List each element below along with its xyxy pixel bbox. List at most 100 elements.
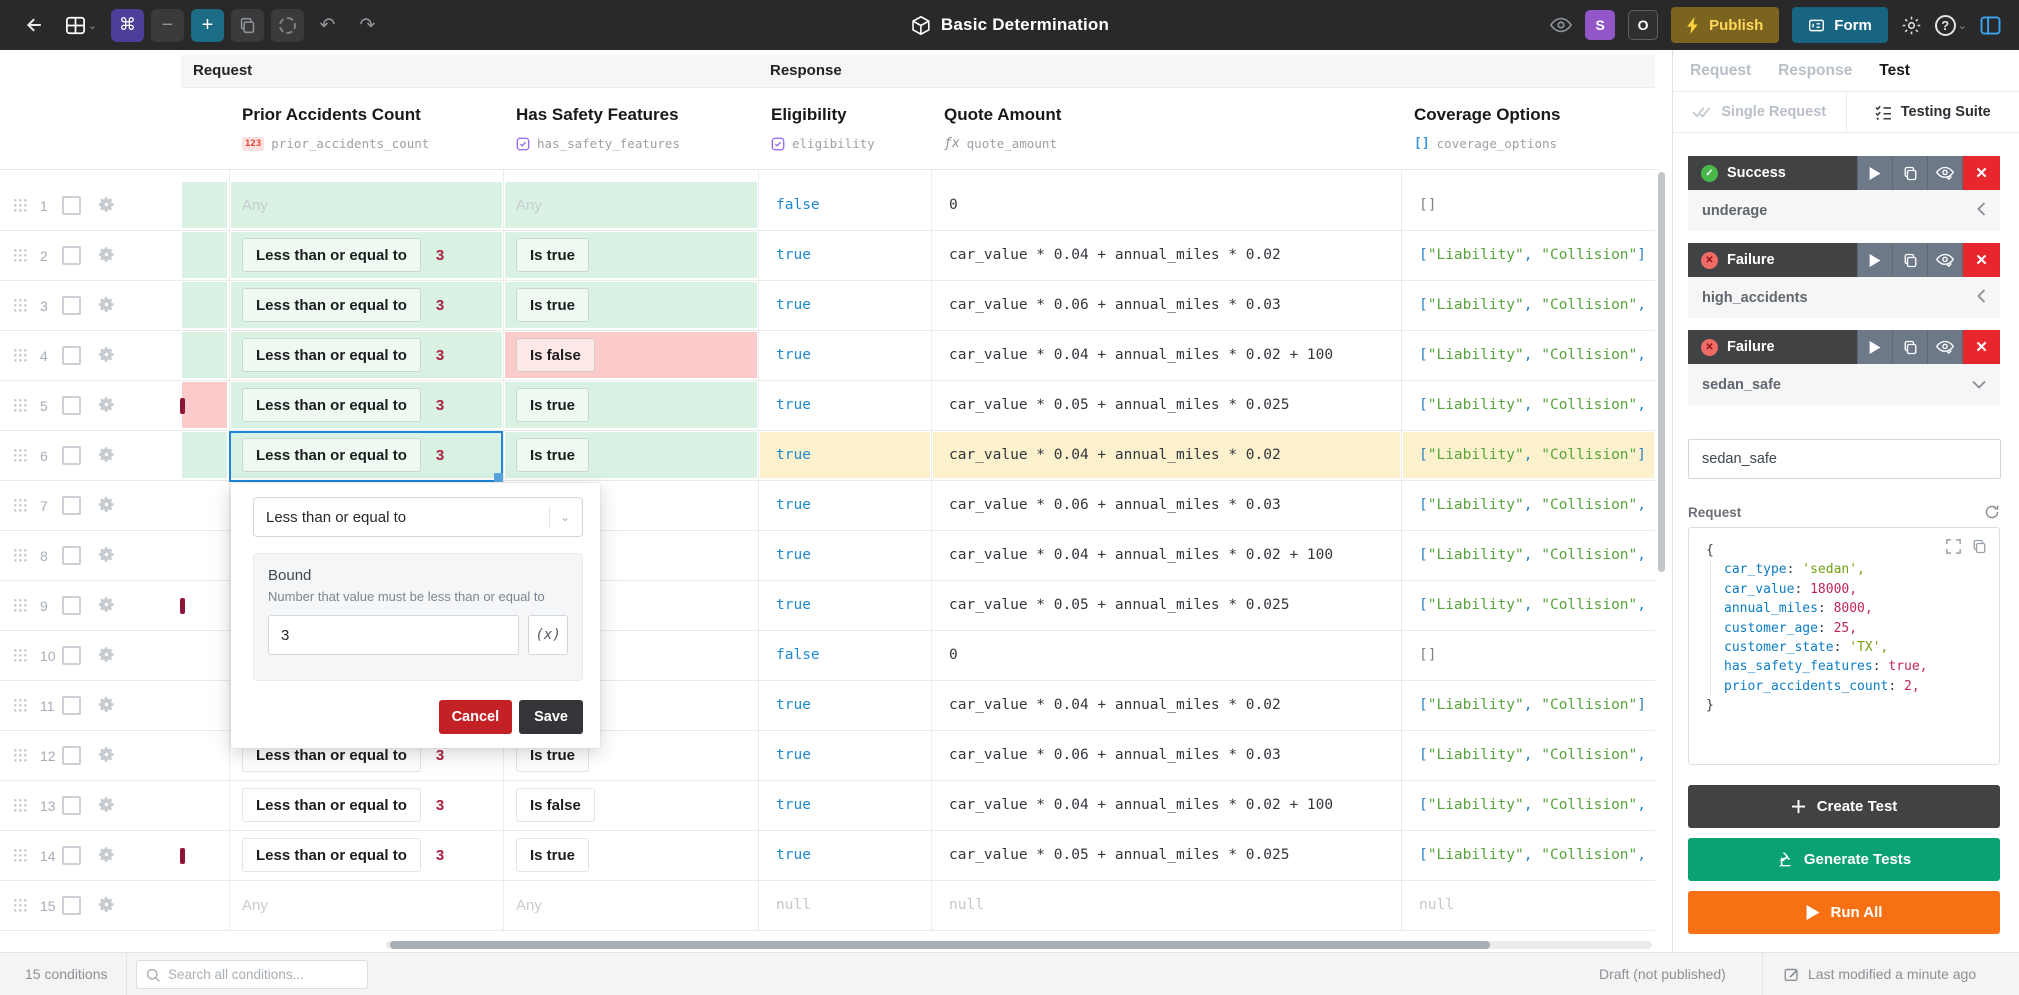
- undo-button[interactable]: ↶: [311, 9, 344, 42]
- coverage-value[interactable]: ["Liability", "Collision",: [1419, 547, 1646, 563]
- condition-chip[interactable]: Is true: [516, 388, 589, 422]
- row-settings-icon[interactable]: [98, 346, 115, 368]
- condition-value[interactable]: 3: [436, 847, 444, 864]
- quote-amount-cell[interactable]: car_value * 0.04 + annual_miles * 0.02 +…: [933, 782, 1400, 828]
- prior-accidents-cell[interactable]: Less than or equal to3: [231, 232, 502, 278]
- save-button[interactable]: Save: [519, 700, 583, 734]
- help-menu[interactable]: ?⌄: [1935, 15, 1967, 36]
- condition-chip[interactable]: Less than or equal to: [242, 288, 421, 322]
- panel-toggle-icon[interactable]: [1980, 16, 2001, 35]
- row-checkbox[interactable]: [62, 896, 81, 915]
- row-checkbox[interactable]: [62, 796, 81, 815]
- overflow-cell[interactable]: [182, 382, 227, 428]
- row-settings-icon[interactable]: [98, 496, 115, 518]
- drag-handle-icon[interactable]: [14, 648, 27, 669]
- drag-handle-icon[interactable]: [14, 448, 27, 469]
- row-settings-icon[interactable]: [98, 796, 115, 818]
- coverage-value[interactable]: null: [1419, 897, 1454, 913]
- overflow-cell[interactable]: [182, 232, 227, 278]
- condition-chip[interactable]: Is false: [516, 788, 595, 822]
- settings-gear-icon[interactable]: [1901, 15, 1922, 36]
- coverage-value[interactable]: ["Liability", "Collision",: [1419, 347, 1646, 363]
- has-safety-cell[interactable]: Is false: [505, 782, 757, 828]
- column-header-prior-accidents[interactable]: Prior Accidents Count 123prior_accidents…: [229, 88, 503, 170]
- prior-accidents-cell[interactable]: Any: [231, 882, 502, 928]
- eligibility-cell[interactable]: true: [760, 532, 930, 578]
- coverage-options-cell[interactable]: null: [1403, 882, 1654, 928]
- column-header-quote-amount[interactable]: Quote Amount ƒxquote_amount: [931, 88, 1401, 170]
- preview-test-button[interactable]: [1927, 243, 1962, 277]
- coverage-options-cell[interactable]: ["Liability", "Collision",: [1403, 382, 1654, 428]
- eligibility-cell[interactable]: true: [760, 682, 930, 728]
- condition-chip[interactable]: Less than or equal to: [242, 338, 421, 372]
- row-settings-icon[interactable]: [98, 446, 115, 468]
- overflow-cell[interactable]: [182, 332, 227, 378]
- condition-value[interactable]: 3: [436, 397, 444, 414]
- coverage-options-cell[interactable]: ["Liability", "Collision",: [1403, 482, 1654, 528]
- eligibility-cell[interactable]: true: [760, 732, 930, 778]
- quote-amount-cell[interactable]: car_value * 0.05 + annual_miles * 0.025: [933, 582, 1400, 628]
- preview-test-button[interactable]: [1927, 156, 1962, 190]
- bound-input[interactable]: 3: [268, 615, 519, 655]
- row-settings-icon[interactable]: [98, 246, 115, 268]
- tab-test[interactable]: Test: [1879, 62, 1910, 80]
- remove-row-button[interactable]: −: [151, 9, 184, 42]
- quote-amount-cell[interactable]: car_value * 0.04 + annual_miles * 0.02 +…: [933, 532, 1400, 578]
- search-conditions-box[interactable]: Search all conditions...: [136, 960, 368, 989]
- tab-request[interactable]: Request: [1690, 62, 1751, 80]
- run-all-button[interactable]: Run All: [1688, 891, 2000, 934]
- preview-test-button[interactable]: [1927, 330, 1962, 364]
- quote-amount-cell[interactable]: 0: [933, 182, 1400, 228]
- coverage-options-cell[interactable]: ["Liability", "Collision"]: [1403, 232, 1654, 278]
- prior-accidents-cell[interactable]: Less than or equal to3: [231, 332, 502, 378]
- column-header-coverage-options[interactable]: Coverage Options []coverage_options: [1401, 88, 1655, 170]
- test-name-input[interactable]: [1688, 439, 2001, 479]
- test-name-row[interactable]: underage: [1688, 190, 2000, 231]
- condition-value[interactable]: 3: [436, 797, 444, 814]
- overflow-cell[interactable]: [182, 632, 227, 678]
- drag-handle-icon[interactable]: [14, 698, 27, 719]
- prior-accidents-cell[interactable]: Less than or equal to3: [231, 282, 502, 328]
- quote-amount-cell[interactable]: car_value * 0.04 + annual_miles * 0.02 +…: [933, 332, 1400, 378]
- row-settings-icon[interactable]: [98, 696, 115, 718]
- eligibility-cell[interactable]: true: [760, 832, 930, 878]
- coverage-value[interactable]: ["Liability", "Collision"]: [1419, 697, 1646, 713]
- quote-amount-cell[interactable]: car_value * 0.05 + annual_miles * 0.025: [933, 382, 1400, 428]
- eligibility-cell[interactable]: true: [760, 332, 930, 378]
- coverage-value[interactable]: ["Liability", "Collision",: [1419, 597, 1646, 613]
- quote-amount-cell[interactable]: car_value * 0.06 + annual_miles * 0.03: [933, 282, 1400, 328]
- row-checkbox[interactable]: [62, 296, 81, 315]
- quote-amount-cell[interactable]: 0: [933, 632, 1400, 678]
- add-row-button[interactable]: +: [191, 9, 224, 42]
- prior-accidents-cell[interactable]: Any: [231, 182, 502, 228]
- copy-icon[interactable]: [1972, 539, 1987, 554]
- run-test-button[interactable]: [1857, 156, 1892, 190]
- condition-chip[interactable]: Is true: [516, 438, 589, 472]
- row-checkbox[interactable]: [62, 396, 81, 415]
- drag-handle-icon[interactable]: [14, 748, 27, 769]
- command-button[interactable]: ⌘: [111, 9, 144, 42]
- condition-chip[interactable]: Less than or equal to: [242, 388, 421, 422]
- row-checkbox[interactable]: [62, 846, 81, 865]
- coverage-value[interactable]: ["Liability", "Collision",: [1419, 847, 1646, 863]
- quote-amount-cell[interactable]: car_value * 0.06 + annual_miles * 0.03: [933, 732, 1400, 778]
- drag-handle-icon[interactable]: [14, 798, 27, 819]
- coverage-value[interactable]: ["Liability", "Collision",: [1419, 747, 1646, 763]
- coverage-options-cell[interactable]: ["Liability", "Collision",: [1403, 332, 1654, 378]
- selection-mode-button[interactable]: [271, 9, 304, 42]
- testing-suite-toggle[interactable]: Testing Suite: [1847, 92, 2019, 132]
- condition-chip[interactable]: Is true: [516, 238, 589, 272]
- has-safety-cell[interactable]: Any: [505, 182, 757, 228]
- coverage-value[interactable]: ["Liability", "Collision",: [1419, 497, 1646, 513]
- eligibility-cell[interactable]: true: [760, 782, 930, 828]
- condition-value[interactable]: 3: [436, 247, 444, 264]
- drag-handle-icon[interactable]: [14, 348, 27, 369]
- quote-amount-cell[interactable]: car_value * 0.04 + annual_miles * 0.02: [933, 232, 1400, 278]
- delete-test-button[interactable]: ✕: [1962, 330, 2000, 364]
- coverage-value[interactable]: ["Liability", "Collision"]: [1419, 447, 1646, 463]
- eligibility-cell[interactable]: true: [760, 432, 930, 478]
- delete-test-button[interactable]: ✕: [1962, 243, 2000, 277]
- test-name-row[interactable]: high_accidents: [1688, 277, 2000, 318]
- back-button[interactable]: [18, 9, 51, 42]
- quote-amount-cell[interactable]: car_value * 0.04 + annual_miles * 0.02: [933, 682, 1400, 728]
